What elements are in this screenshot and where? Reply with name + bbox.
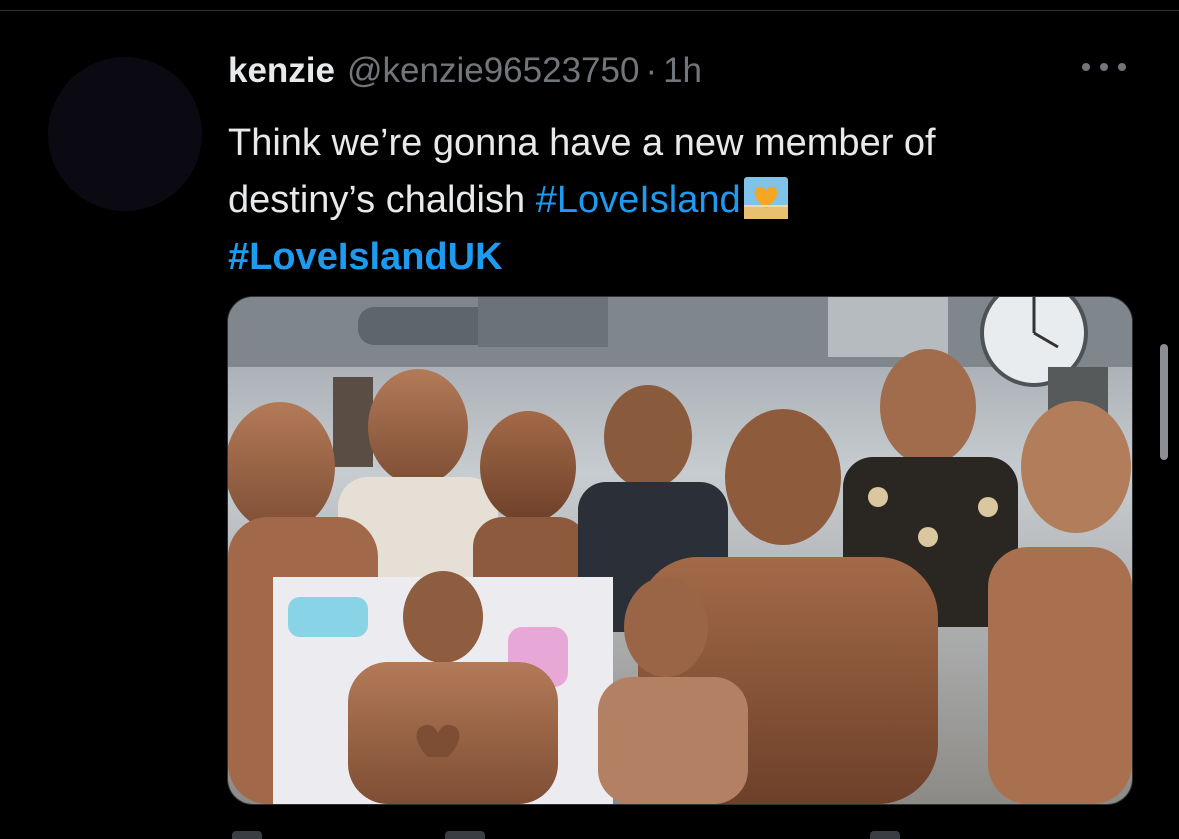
hashtag-loveisland[interactable]: #LoveIsland xyxy=(536,179,741,221)
timestamp[interactable]: 1h xyxy=(663,51,702,91)
tweet-image[interactable] xyxy=(227,296,1133,805)
tweet-text-line1: Think we’re gonna have a new member of xyxy=(228,122,936,164)
tweet-text: Think we’re gonna have a new member of d… xyxy=(228,115,1108,286)
scrollbar[interactable] xyxy=(1160,344,1168,460)
author-name[interactable]: kenzie xyxy=(228,51,335,91)
avatar[interactable] xyxy=(48,57,202,211)
hashtag-loveislanduk[interactable]: #LoveIslandUK xyxy=(228,236,503,278)
sunrise-heart-emoji-icon xyxy=(743,177,788,219)
reply-icon[interactable] xyxy=(232,831,262,839)
more-icon[interactable] xyxy=(1082,59,1126,75)
like-icon[interactable] xyxy=(870,831,900,839)
separator-dot: · xyxy=(645,51,658,90)
tweet[interactable]: kenzie @kenzie96523750 · 1h Think we’re … xyxy=(0,11,1179,839)
retweet-icon[interactable] xyxy=(445,831,485,839)
tweet-header: kenzie @kenzie96523750 · 1h xyxy=(228,51,702,91)
author-handle[interactable]: @kenzie96523750 xyxy=(347,51,639,91)
photo-collage xyxy=(228,297,1132,804)
tweet-text-line2: destiny’s chaldish xyxy=(228,179,536,221)
